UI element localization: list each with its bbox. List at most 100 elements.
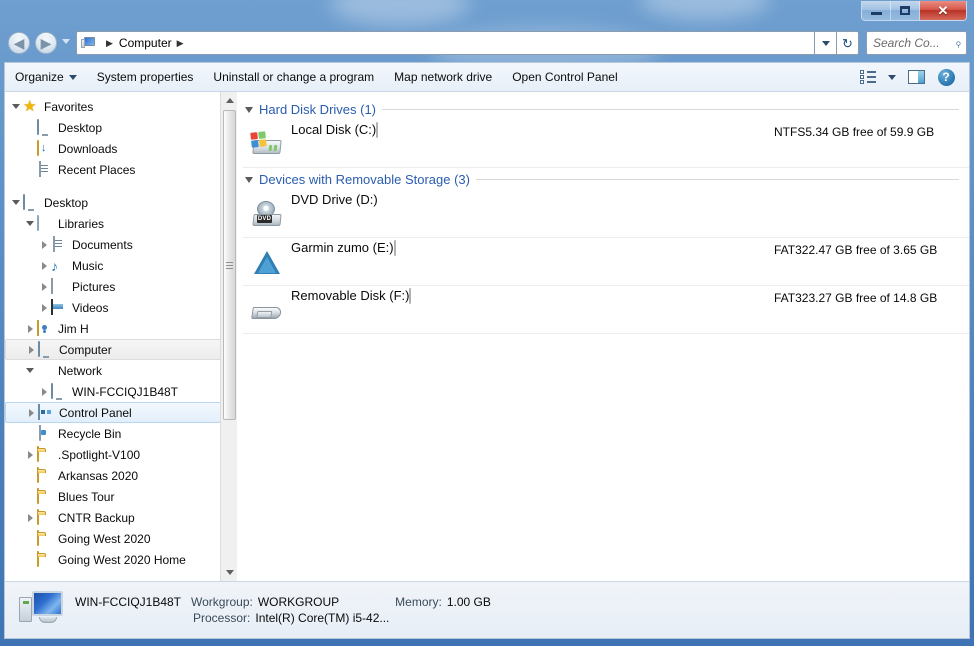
refresh-button[interactable]: ↻: [837, 31, 859, 55]
sidebar-item-cntr-backup[interactable]: CNTR Backup: [5, 507, 237, 528]
maximize-icon: [900, 6, 910, 15]
drive-name[interactable]: DVD Drive (D:): [291, 192, 378, 207]
chevron-down-icon: [888, 74, 896, 80]
back-button[interactable]: ◀: [8, 32, 30, 54]
help-button[interactable]: ?: [931, 64, 961, 90]
change-view-button[interactable]: [853, 64, 883, 90]
organize-button[interactable]: Organize: [5, 63, 87, 91]
chevron-down-icon[interactable]: [245, 177, 253, 183]
uninstall-or-change-a-program-button[interactable]: Uninstall or change a program: [203, 63, 384, 91]
chevron-right-icon[interactable]: [37, 381, 51, 402]
maximize-button[interactable]: [891, 1, 920, 20]
document-icon: [51, 235, 67, 253]
scrollbar-thumb[interactable]: [223, 110, 236, 420]
sidebar-item-label: Going West 2020: [58, 531, 151, 546]
minimize-icon: [870, 12, 882, 15]
sidebar-item-computer[interactable]: Computer: [5, 339, 235, 360]
group-title: Hard Disk Drives (1): [259, 101, 377, 117]
memory-group: Memory: 1.00 GB: [395, 595, 491, 609]
forward-button[interactable]: ▶: [35, 32, 57, 54]
sidebar-item-desktop[interactable]: Desktop: [5, 192, 237, 213]
sidebar-item-jim-h[interactable]: Jim H: [5, 318, 237, 339]
chevron-right-icon[interactable]: [37, 276, 51, 297]
drive-icon-cell: [243, 240, 291, 278]
close-button[interactable]: ✕: [920, 1, 966, 20]
sidebar-item-desktop[interactable]: Desktop: [5, 117, 237, 138]
sidebar-item-going-west-2020[interactable]: Going West 2020: [5, 528, 237, 549]
search-input[interactable]: Search Co...: [873, 36, 955, 50]
address-history-dropdown-button[interactable]: [815, 31, 837, 55]
breadcrumb-separator-icon[interactable]: ▶: [177, 38, 184, 48]
navigation-pane[interactable]: ★ Favorites Desktop Downloads Recent Places D…: [5, 92, 237, 581]
drive-main: DVD Drive (D:): [291, 192, 774, 207]
sidebar-item-recycle-bin[interactable]: Recycle Bin: [5, 423, 237, 444]
chevron-right-icon[interactable]: [23, 444, 37, 465]
sidebar-item-documents[interactable]: Documents: [5, 234, 237, 255]
breadcrumb-computer[interactable]: Computer: [119, 36, 172, 50]
chevron-down-icon[interactable]: [9, 96, 23, 117]
details-text: WIN-FCCIQJ1B48T Workgroup: WORKGROUP Mem…: [75, 595, 491, 625]
open-control-panel-button[interactable]: Open Control Panel: [502, 63, 627, 91]
sidebar-item-pictures[interactable]: Pictures: [5, 276, 237, 297]
drive-row[interactable]: Garmin zumo (E:) FAT322.47 GB free of 3.6…: [243, 238, 969, 286]
scroll-up-button[interactable]: [221, 92, 237, 109]
content-pane[interactable]: Hard Disk Drives (1) Local Disk (C:) NTFS5…: [237, 92, 969, 581]
minimize-button[interactable]: [862, 1, 891, 20]
sidebar-item-videos[interactable]: Videos: [5, 297, 237, 318]
folder-icon: [37, 529, 53, 547]
sidebar-item-win-fcciqj1b48t[interactable]: WIN-FCCIQJ1B48T: [5, 381, 237, 402]
chevron-right-icon[interactable]: [23, 318, 37, 339]
views-list-icon: [860, 70, 876, 84]
change-view-dropdown-button[interactable]: [883, 64, 901, 90]
recent-pages-dropdown-icon[interactable]: [62, 39, 70, 44]
drive-row[interactable]: DVD DVD Drive (D:): [243, 190, 969, 238]
title-bar[interactable]: ✕: [0, 0, 974, 26]
folder-icon: [37, 508, 39, 525]
drive-name[interactable]: Garmin zumo (E:): [291, 240, 394, 255]
chevron-right-icon[interactable]: [37, 234, 51, 255]
chevron-right-icon[interactable]: [24, 340, 38, 359]
chevron-down-icon[interactable]: [23, 360, 37, 381]
memory-value: 1.00 GB: [446, 595, 491, 609]
search-box[interactable]: Search Co... ⌕: [866, 31, 967, 55]
chevron-down-icon[interactable]: [9, 192, 23, 213]
drive-details: [774, 192, 969, 194]
sidebar-item-spotlight-v100[interactable]: .Spotlight-V100: [5, 444, 237, 465]
sidebar-item-network[interactable]: Network: [5, 360, 237, 381]
sidebar-item-arkansas-2020[interactable]: Arkansas 2020: [5, 465, 237, 486]
chevron-right-icon[interactable]: [23, 507, 37, 528]
sidebar-item-downloads[interactable]: Downloads: [5, 138, 237, 159]
workgroup-label: Workgroup:: [191, 595, 253, 609]
drive-name[interactable]: Removable Disk (F:): [291, 288, 409, 303]
drive-row[interactable]: Removable Disk (F:) FAT323.27 GB free of …: [243, 286, 969, 334]
scroll-down-button[interactable]: [221, 564, 237, 581]
drive-icon-cell: DVD: [243, 192, 291, 230]
group-header[interactable]: Hard Disk Drives (1): [243, 98, 969, 120]
navigation-pane-scrollbar[interactable]: [220, 92, 237, 581]
sidebar-item-label: Going West 2020 Home: [58, 552, 186, 567]
chevron-down-icon[interactable]: [23, 213, 37, 234]
map-network-drive-button[interactable]: Map network drive: [384, 63, 502, 91]
chevron-right-icon[interactable]: [24, 403, 38, 422]
drive-name[interactable]: Local Disk (C:): [291, 122, 376, 137]
tree-twisty-placeholder: [23, 159, 37, 180]
sidebar-item-music[interactable]: ♪ Music: [5, 255, 237, 276]
sidebar-item-recent-places[interactable]: Recent Places: [5, 159, 237, 180]
show-preview-pane-button[interactable]: [901, 64, 931, 90]
sidebar-item-control-panel[interactable]: Control Panel: [5, 402, 235, 423]
chevron-right-icon[interactable]: [37, 255, 51, 276]
sidebar-item-label: WIN-FCCIQJ1B48T: [72, 384, 179, 399]
address-bar[interactable]: ▶ Computer ▶: [76, 31, 815, 55]
sidebar-item-favorites[interactable]: ★ Favorites: [5, 96, 237, 117]
pictures-icon: [51, 277, 53, 294]
chevron-right-icon[interactable]: [37, 297, 51, 318]
libraries-icon: [37, 214, 53, 232]
sidebar-item-going-west-2020-home[interactable]: Going West 2020 Home: [5, 549, 237, 570]
group-header[interactable]: Devices with Removable Storage (3): [243, 168, 969, 190]
drive-row[interactable]: Local Disk (C:) NTFS5.34 GB free of 59.9 …: [243, 120, 969, 168]
sidebar-item-libraries[interactable]: Libraries: [5, 213, 237, 234]
chevron-down-icon[interactable]: [245, 107, 253, 113]
system-properties-button[interactable]: System properties: [87, 63, 204, 91]
sidebar-item-blues-tour[interactable]: Blues Tour: [5, 486, 237, 507]
